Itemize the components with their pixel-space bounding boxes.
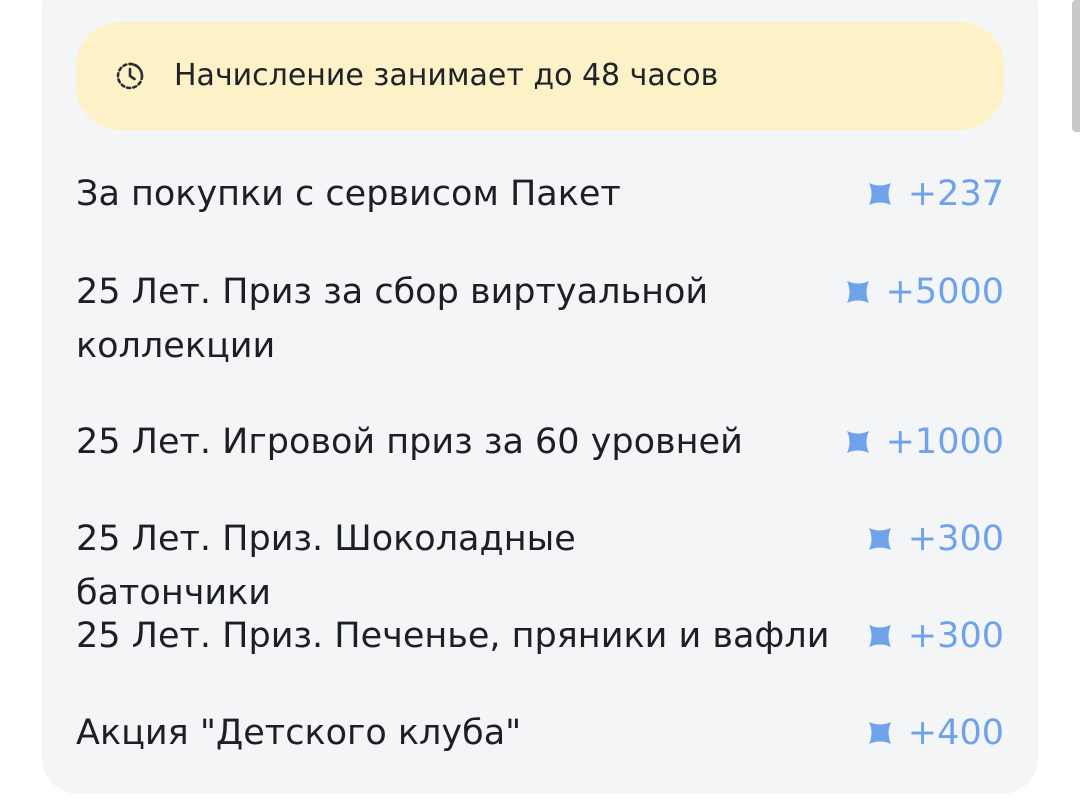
accrual-notice-text: Начисление занимает до 48 часов	[174, 58, 719, 93]
amount-value: +1000	[885, 422, 1004, 462]
transaction-label: 25 Лет. Игровой приз за 60 уровней	[76, 422, 743, 462]
bonus-cross-icon	[846, 281, 869, 303]
transaction-amount: +5000	[844, 265, 1004, 319]
bonus-cross-icon	[846, 431, 869, 453]
clock-refresh-icon	[116, 62, 144, 90]
transaction-label: 25 Лет. Приз. Шоколадные батончики	[76, 519, 576, 613]
amount-value: +237	[907, 174, 1004, 214]
transaction-label: 25 Лет. Приз. Печенье, пряники и вафли	[76, 616, 830, 656]
transaction-label: За покупки с сервисом Пакет	[76, 174, 621, 214]
amount-value: +400	[907, 713, 1004, 753]
transaction-amount: +300	[866, 609, 1004, 663]
amount-value: +5000	[885, 272, 1004, 312]
transaction-amount: +237	[866, 167, 1004, 221]
transaction-amount: +1000	[844, 415, 1004, 469]
bonus-cross-icon	[868, 625, 891, 647]
transaction-amount: +300	[866, 512, 1004, 566]
amount-value: +300	[907, 519, 1004, 559]
transaction-label: Акция "Детского клуба"	[76, 713, 522, 753]
bonus-cross-icon	[868, 722, 891, 744]
scrollbar[interactable]	[1072, 0, 1080, 132]
transaction-amount: +400	[866, 706, 1004, 760]
bonus-cross-icon	[868, 528, 891, 550]
transaction-label: 25 Лет. Приз за сбор виртуальной коллекц…	[76, 272, 709, 366]
bonus-cross-icon	[868, 183, 891, 205]
amount-value: +300	[907, 616, 1004, 656]
accrual-notice-banner: Начисление занимает до 48 часов	[76, 22, 1004, 130]
